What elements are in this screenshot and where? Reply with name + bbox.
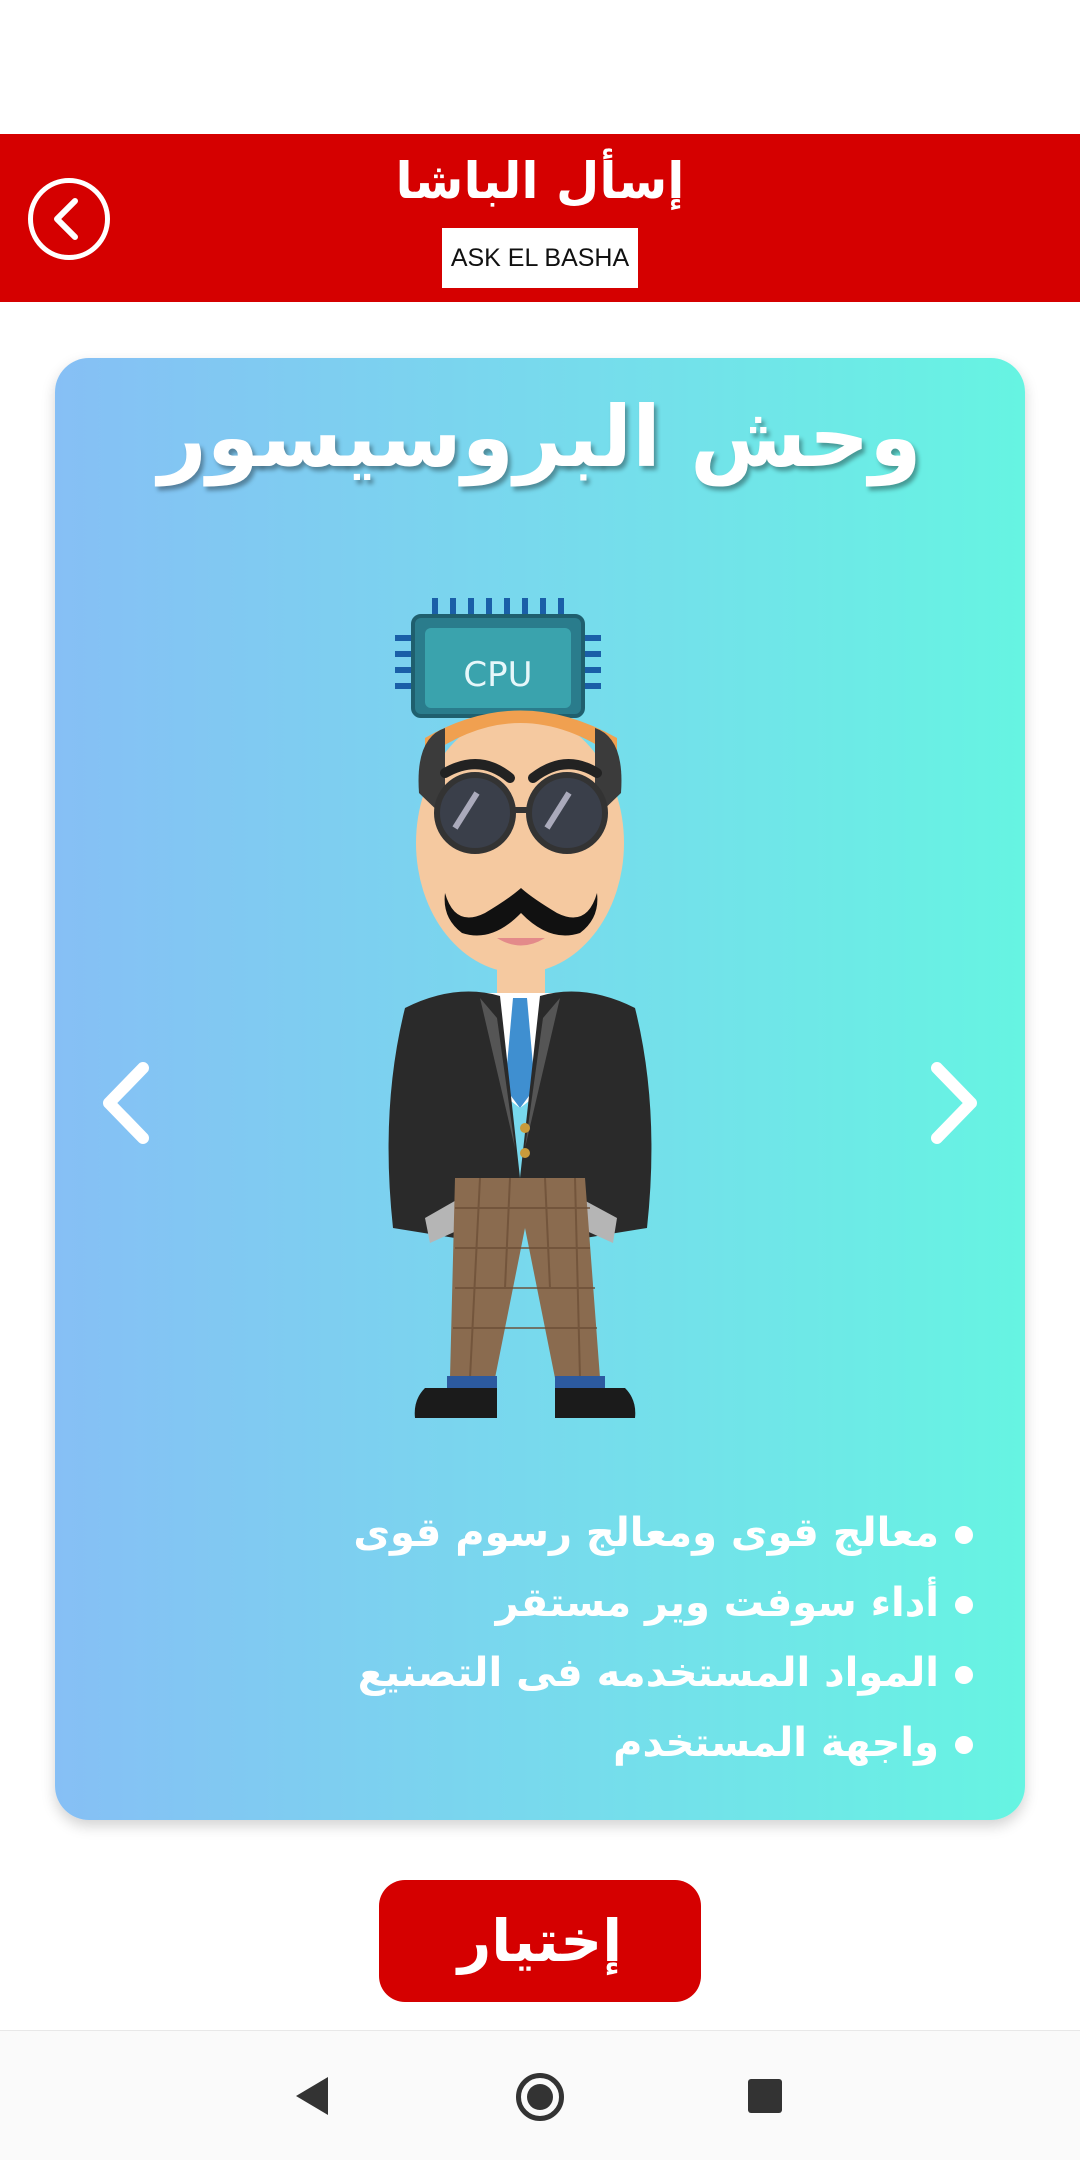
prev-arrow-button[interactable] [85, 1048, 165, 1158]
app-header: إسأل الباشا ASK EL BASHA [0, 134, 1080, 302]
chevron-left-icon [103, 1062, 149, 1144]
list-item: واجهة المستخدم [193, 1708, 973, 1778]
list-item: معالج قوى ومعالج رسوم قوى [193, 1498, 973, 1568]
nav-home-icon[interactable] [516, 2073, 564, 2121]
chevron-right-icon [931, 1062, 977, 1144]
cpu-chip-icon: CPU [395, 598, 601, 718]
bullet-icon [955, 1736, 973, 1754]
system-nav-bar [0, 2030, 1080, 2160]
nav-recent-apps-icon[interactable] [748, 2079, 782, 2113]
nav-back-icon[interactable] [292, 2073, 332, 2119]
next-arrow-button[interactable] [915, 1048, 995, 1158]
status-bar [0, 0, 1080, 134]
choose-button[interactable]: إختيار [379, 1880, 701, 2002]
svg-text:CPU: CPU [463, 655, 532, 695]
list-item: المواد المستخدمه فى التصنيع [193, 1638, 973, 1708]
app-title: إسأل الباشا [395, 152, 685, 210]
feature-list: معالج قوى ومعالج رسوم قوى أداء سوفت وير … [193, 1498, 973, 1778]
card-title: وحش البروسيسور [158, 388, 922, 486]
character-illustration: CPU [388, 598, 652, 1418]
list-item: أداء سوفت وير مستقر [193, 1568, 973, 1638]
bullet-icon [955, 1666, 973, 1684]
character-card: وحش البروسيسور CPU معالج قوى ومعالج رسوم… [55, 358, 1025, 1820]
bullet-icon [955, 1596, 973, 1614]
bullet-icon [955, 1526, 973, 1544]
app-subtitle-badge: ASK EL BASHA [442, 228, 638, 288]
